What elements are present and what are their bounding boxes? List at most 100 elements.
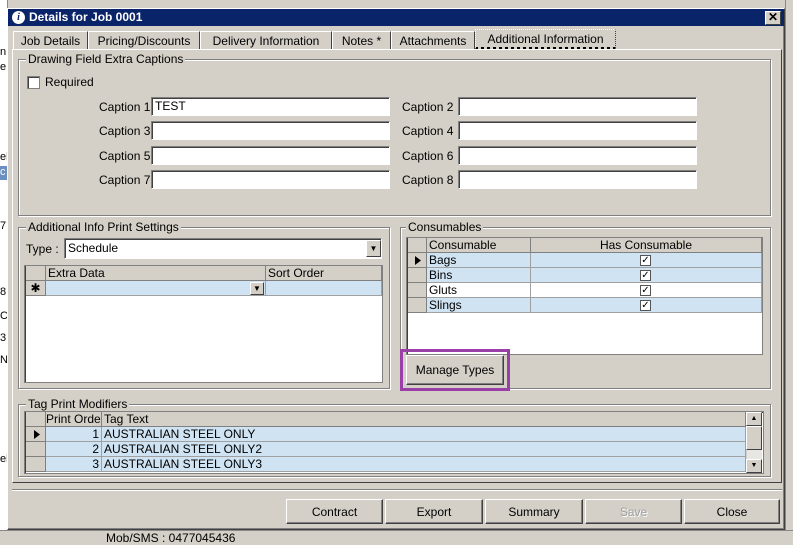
background-fragment: 8 xyxy=(0,286,7,298)
row-header xyxy=(408,268,427,283)
close-icon: ✕ xyxy=(767,10,779,24)
footer-divider xyxy=(12,489,782,490)
type-label: Type : xyxy=(26,242,59,256)
close-button[interactable]: Close xyxy=(684,499,780,524)
chevron-down-icon: ▼ xyxy=(750,462,758,469)
print-order-cell[interactable]: 1 xyxy=(46,427,102,442)
caption-4-field[interactable] xyxy=(458,121,697,140)
print-order-column-header[interactable]: Print Order xyxy=(46,412,102,427)
drawing-captions-title: Drawing Field Extra Captions xyxy=(26,52,186,66)
chevron-down-icon: ▼ xyxy=(253,284,261,293)
contract-button[interactable]: Contract xyxy=(286,499,383,524)
caption-1-label: Caption 1 xyxy=(99,100,151,114)
chevron-down-icon: ▼ xyxy=(369,244,378,253)
caption-8-field[interactable] xyxy=(458,170,697,189)
tab-label: Notes * xyxy=(341,34,382,48)
tab-label: Delivery Information xyxy=(212,34,320,48)
print-order-cell[interactable]: 2 xyxy=(46,442,102,457)
row-header xyxy=(408,298,427,313)
row-header xyxy=(26,457,46,472)
current-row-indicator xyxy=(26,427,46,442)
background-fragment: c xyxy=(0,166,7,180)
background-fragment: 7 xyxy=(0,220,7,232)
has-consumable-checkbox[interactable]: ✓ xyxy=(640,285,651,296)
grid-corner xyxy=(26,266,46,281)
caption-5-field[interactable] xyxy=(151,146,390,165)
grid-corner xyxy=(26,412,46,427)
has-consumable-checkbox[interactable]: ✓ xyxy=(640,255,651,266)
background-app-strip-right xyxy=(785,0,793,544)
tab-label: Job Details xyxy=(20,34,81,48)
info-icon: i xyxy=(12,11,25,24)
background-fragment: 3 xyxy=(0,332,7,344)
scroll-up-button[interactable]: ▲ xyxy=(746,412,762,426)
background-mobile-label: Mob/SMS : 0477045436 xyxy=(106,531,236,545)
print-settings-title: Additional Info Print Settings xyxy=(26,220,181,234)
extra-data-column-header[interactable]: Extra Data xyxy=(46,266,266,281)
tab-attachments[interactable]: Attachments xyxy=(391,31,475,50)
export-button[interactable]: Export xyxy=(385,499,483,524)
has-consumable-column-header[interactable]: Has Consumable xyxy=(531,238,762,253)
extra-data-dropdown-button[interactable]: ▼ xyxy=(250,282,264,295)
has-consumable-checkbox[interactable]: ✓ xyxy=(640,270,651,281)
chevron-up-icon: ▲ xyxy=(750,415,758,422)
type-select[interactable]: Schedule xyxy=(64,238,382,259)
tab-job-details[interactable]: Job Details xyxy=(13,31,88,50)
type-select-value: Schedule xyxy=(68,241,119,255)
window-title: Details for Job 0001 xyxy=(29,10,143,24)
consumables-title: Consumables xyxy=(406,220,484,234)
sort-order-new-cell[interactable] xyxy=(266,281,382,296)
consumable-name-cell[interactable]: Bins xyxy=(427,268,531,283)
required-checkbox[interactable] xyxy=(27,76,40,89)
caption-7-label: Caption 7 xyxy=(99,173,151,187)
tab-notes[interactable]: Notes * xyxy=(332,31,391,50)
type-dropdown-button[interactable]: ▼ xyxy=(366,240,381,257)
background-fragment: n xyxy=(0,46,7,58)
title-bar: i Details for Job 0001 xyxy=(8,9,784,26)
caption-2-label: Caption 2 xyxy=(402,100,454,114)
tab-label: Attachments xyxy=(399,34,467,48)
required-label: Required xyxy=(45,75,94,89)
scroll-thumb[interactable] xyxy=(746,426,762,450)
caption-4-label: Caption 4 xyxy=(402,124,454,138)
tab-delivery-information[interactable]: Delivery Information xyxy=(200,31,332,50)
background-fragment: e xyxy=(0,61,7,73)
row-pointer-icon xyxy=(34,430,40,439)
print-order-cell[interactable]: 3 xyxy=(46,457,102,472)
consumable-name-cell[interactable]: Gluts xyxy=(427,283,531,298)
consumable-name-cell[interactable]: Bags xyxy=(427,253,531,268)
tab-additional-information[interactable]: Additional Information xyxy=(475,29,616,50)
tag-text-cell[interactable]: AUSTRALIAN STEEL ONLY3 xyxy=(102,457,746,472)
caption-7-field[interactable] xyxy=(151,170,390,189)
tag-text-cell[interactable]: AUSTRALIAN STEEL ONLY xyxy=(102,427,746,442)
save-button[interactable]: Save xyxy=(585,499,682,524)
tag-text-column-header[interactable]: Tag Text xyxy=(102,412,746,427)
row-pointer-icon xyxy=(415,256,421,265)
caption-6-field[interactable] xyxy=(458,146,697,165)
tab-pricing-discounts[interactable]: Pricing/Discounts xyxy=(88,31,200,50)
row-header xyxy=(408,283,427,298)
has-consumable-checkbox[interactable]: ✓ xyxy=(640,300,651,311)
manage-types-button[interactable]: Manage Types xyxy=(406,355,504,385)
row-header xyxy=(26,442,46,457)
scroll-down-button[interactable]: ▼ xyxy=(746,459,762,473)
tab-label: Additional Information xyxy=(487,32,604,46)
tab-label: Pricing/Discounts xyxy=(97,34,191,48)
consumable-name-cell[interactable]: Slings xyxy=(427,298,531,313)
caption-8-label: Caption 8 xyxy=(402,173,454,187)
sort-order-column-header[interactable]: Sort Order xyxy=(266,266,382,281)
caption-3-label: Caption 3 xyxy=(99,124,151,138)
summary-button[interactable]: Summary xyxy=(485,499,583,524)
caption-6-label: Caption 6 xyxy=(402,149,454,163)
caption-1-field[interactable]: TEST xyxy=(151,97,390,116)
current-row-indicator xyxy=(408,253,427,268)
caption-5-label: Caption 5 xyxy=(99,149,151,163)
consumable-column-header[interactable]: Consumable xyxy=(427,238,531,253)
close-window-button[interactable]: ✕ xyxy=(765,11,781,25)
tag-text-cell[interactable]: AUSTRALIAN STEEL ONLY2 xyxy=(102,442,746,457)
grid-corner xyxy=(408,238,427,253)
tag-modifiers-title: Tag Print Modifiers xyxy=(26,397,130,411)
extra-data-new-cell[interactable] xyxy=(46,281,266,296)
caption-2-field[interactable] xyxy=(458,97,697,116)
caption-3-field[interactable] xyxy=(151,121,390,140)
